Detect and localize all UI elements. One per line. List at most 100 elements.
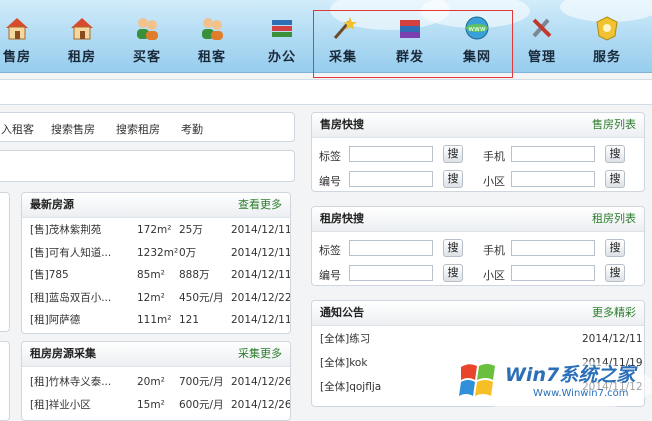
left-side-panel bbox=[0, 192, 10, 332]
watermark: Win7系统之家 Www.Winwin7.com bbox=[455, 352, 652, 407]
field-label-number: 编号 bbox=[319, 175, 341, 188]
badge-icon bbox=[596, 16, 618, 41]
house-icon bbox=[71, 18, 93, 40]
watermark-url: Www.Winwin7.com bbox=[533, 388, 629, 399]
number-input[interactable] bbox=[349, 265, 433, 281]
tag-input[interactable] bbox=[349, 240, 433, 256]
blank-panel bbox=[0, 150, 295, 182]
listing-name[interactable]: [售]785 bbox=[30, 265, 69, 285]
search-number-button[interactable]: 搜 bbox=[443, 170, 463, 188]
sale-list-link[interactable]: 售房列表 bbox=[592, 113, 636, 137]
listing-name[interactable]: [租]祥业小区 bbox=[30, 395, 91, 415]
nav-item-buyers[interactable]: 买客 bbox=[122, 14, 172, 70]
field-label-community: 小区 bbox=[483, 269, 505, 282]
search-phone-button[interactable]: 搜 bbox=[605, 145, 625, 163]
panel-header: 租房房源采集 采集更多 bbox=[22, 342, 290, 367]
rent-quick-search-panel: 租房快搜 租房列表 标签 搜 手机 搜 编号 搜 小区 搜 bbox=[311, 206, 645, 286]
field-label-tag: 标签 bbox=[319, 244, 341, 257]
collect-more-link[interactable]: 采集更多 bbox=[238, 342, 282, 366]
nav-label: 服务 bbox=[592, 50, 621, 65]
number-input[interactable] bbox=[349, 171, 433, 187]
nav-item-office[interactable]: 办公 bbox=[257, 14, 307, 70]
quick-links-panel: 入租客 搜索售房 搜索租房 考勤 bbox=[0, 112, 295, 142]
watermark-brand: Win7系统之家 bbox=[505, 364, 636, 386]
panel-header: 租房快搜 租房列表 bbox=[312, 207, 644, 232]
listing-area: 172m² bbox=[137, 224, 172, 236]
tag-input[interactable] bbox=[349, 146, 433, 162]
nav-label: 管理 bbox=[527, 50, 556, 65]
panel-title: 租房房源采集 bbox=[30, 347, 96, 360]
nav-item-manage[interactable]: 管理 bbox=[517, 14, 567, 70]
view-more-link[interactable]: 查看更多 bbox=[238, 193, 282, 217]
listing-date: 2014/12/11 bbox=[231, 269, 291, 281]
search-community-button[interactable]: 搜 bbox=[605, 170, 625, 188]
search-number-button[interactable]: 搜 bbox=[443, 264, 463, 282]
listing-date: 2014/12/26 bbox=[231, 376, 291, 388]
listing-area: 12m² bbox=[137, 291, 165, 304]
quick-link-attendance[interactable]: 考勤 bbox=[181, 121, 203, 137]
nav-item-rent[interactable]: 租房 bbox=[57, 14, 107, 70]
panel-title: 售房快搜 bbox=[320, 118, 364, 131]
phone-input[interactable] bbox=[511, 240, 595, 256]
listing-date: 2014/12/11 bbox=[231, 224, 291, 236]
search-tag-button[interactable]: 搜 bbox=[443, 239, 463, 257]
listing-name[interactable]: [售]可有人知道... bbox=[30, 243, 111, 263]
users-icon bbox=[137, 18, 158, 40]
nav-item-sale[interactable]: 售房 bbox=[0, 14, 42, 70]
panel-header: 售房快搜 售房列表 bbox=[312, 113, 644, 138]
listing-price: 450元/月 bbox=[179, 291, 224, 304]
sub-navigation-bar bbox=[0, 79, 652, 105]
phone-input[interactable] bbox=[511, 146, 595, 162]
quick-link-add-tenant[interactable]: 入租客 bbox=[1, 121, 34, 137]
listing-name[interactable]: [租]阿萨德 bbox=[30, 310, 80, 330]
search-phone-button[interactable]: 搜 bbox=[605, 239, 625, 257]
listing-area: 20m² bbox=[137, 376, 165, 388]
listing-price: 888万 bbox=[179, 269, 210, 281]
listing-date: 2014/12/11 bbox=[231, 246, 291, 259]
listing-price: 25万 bbox=[179, 224, 203, 236]
nav-label: 租客 bbox=[197, 50, 226, 65]
listing-area: 111m² bbox=[137, 314, 172, 326]
quick-link-search-rent[interactable]: 搜索租房 bbox=[116, 121, 160, 137]
panel-title: 最新房源 bbox=[30, 198, 74, 211]
top-navigation-bar: 售房 租房 买客 租客 办公 采集 群发 www 集网 管理 服务 bbox=[0, 0, 652, 78]
listing-price: 600元/月 bbox=[179, 398, 224, 411]
left-side-panel bbox=[0, 341, 10, 421]
listing-name[interactable]: [售]茂林紫荆苑 bbox=[30, 220, 101, 240]
tools-icon bbox=[532, 18, 552, 38]
listing-name[interactable]: [租]蓝岛双百小... bbox=[30, 288, 111, 308]
community-input[interactable] bbox=[511, 171, 595, 187]
panel-title: 租房快搜 bbox=[320, 212, 364, 225]
nav-label: 租房 bbox=[67, 50, 96, 65]
more-notices-link[interactable]: 更多精彩 bbox=[592, 301, 636, 325]
rent-collection-panel: 租房房源采集 采集更多 [租]竹林寺义泰... 20m² 700元/月 2014/12… bbox=[21, 341, 291, 421]
panel-header: 通知公告 更多精彩 bbox=[312, 301, 644, 326]
nav-item-service[interactable]: 服务 bbox=[582, 14, 632, 70]
listing-price: 700元/月 bbox=[179, 376, 224, 388]
quick-link-search-sale[interactable]: 搜索售房 bbox=[51, 121, 95, 137]
listing-date: 2014/12/22 bbox=[231, 291, 291, 304]
listing-area: 85m² bbox=[137, 269, 165, 281]
nav-item-tenants[interactable]: 租客 bbox=[187, 14, 237, 70]
community-input[interactable] bbox=[511, 265, 595, 281]
listing-name[interactable]: [租]竹林寺义泰... bbox=[30, 372, 111, 392]
panel-title: 通知公告 bbox=[320, 306, 364, 319]
listing-price: 0万 bbox=[179, 246, 197, 259]
books-icon bbox=[272, 20, 292, 37]
search-tag-button[interactable]: 搜 bbox=[443, 145, 463, 163]
field-label-community: 小区 bbox=[483, 175, 505, 188]
selection-highlight-box bbox=[313, 10, 513, 78]
listing-area: 15m² bbox=[137, 398, 165, 411]
sale-quick-search-panel: 售房快搜 售房列表 标签 搜 手机 搜 编号 搜 小区 搜 bbox=[311, 112, 645, 192]
notice-text[interactable]: [全体]练习 bbox=[320, 329, 370, 349]
rent-list-link[interactable]: 租房列表 bbox=[592, 207, 636, 231]
nav-label: 办公 bbox=[267, 50, 296, 65]
field-label-tag: 标签 bbox=[319, 150, 341, 163]
search-community-button[interactable]: 搜 bbox=[605, 264, 625, 282]
notice-text[interactable]: [全体]qojflja bbox=[320, 377, 381, 397]
field-label-phone: 手机 bbox=[483, 150, 505, 163]
notice-text[interactable]: [全体]kok bbox=[320, 353, 367, 373]
listing-date: 2014/12/26 bbox=[231, 398, 291, 411]
listing-price: 121 bbox=[179, 314, 200, 326]
latest-listings-panel: 最新房源 查看更多 [售]茂林紫荆苑 172m² 25万 2014/12/11 [售]可… bbox=[21, 192, 291, 334]
